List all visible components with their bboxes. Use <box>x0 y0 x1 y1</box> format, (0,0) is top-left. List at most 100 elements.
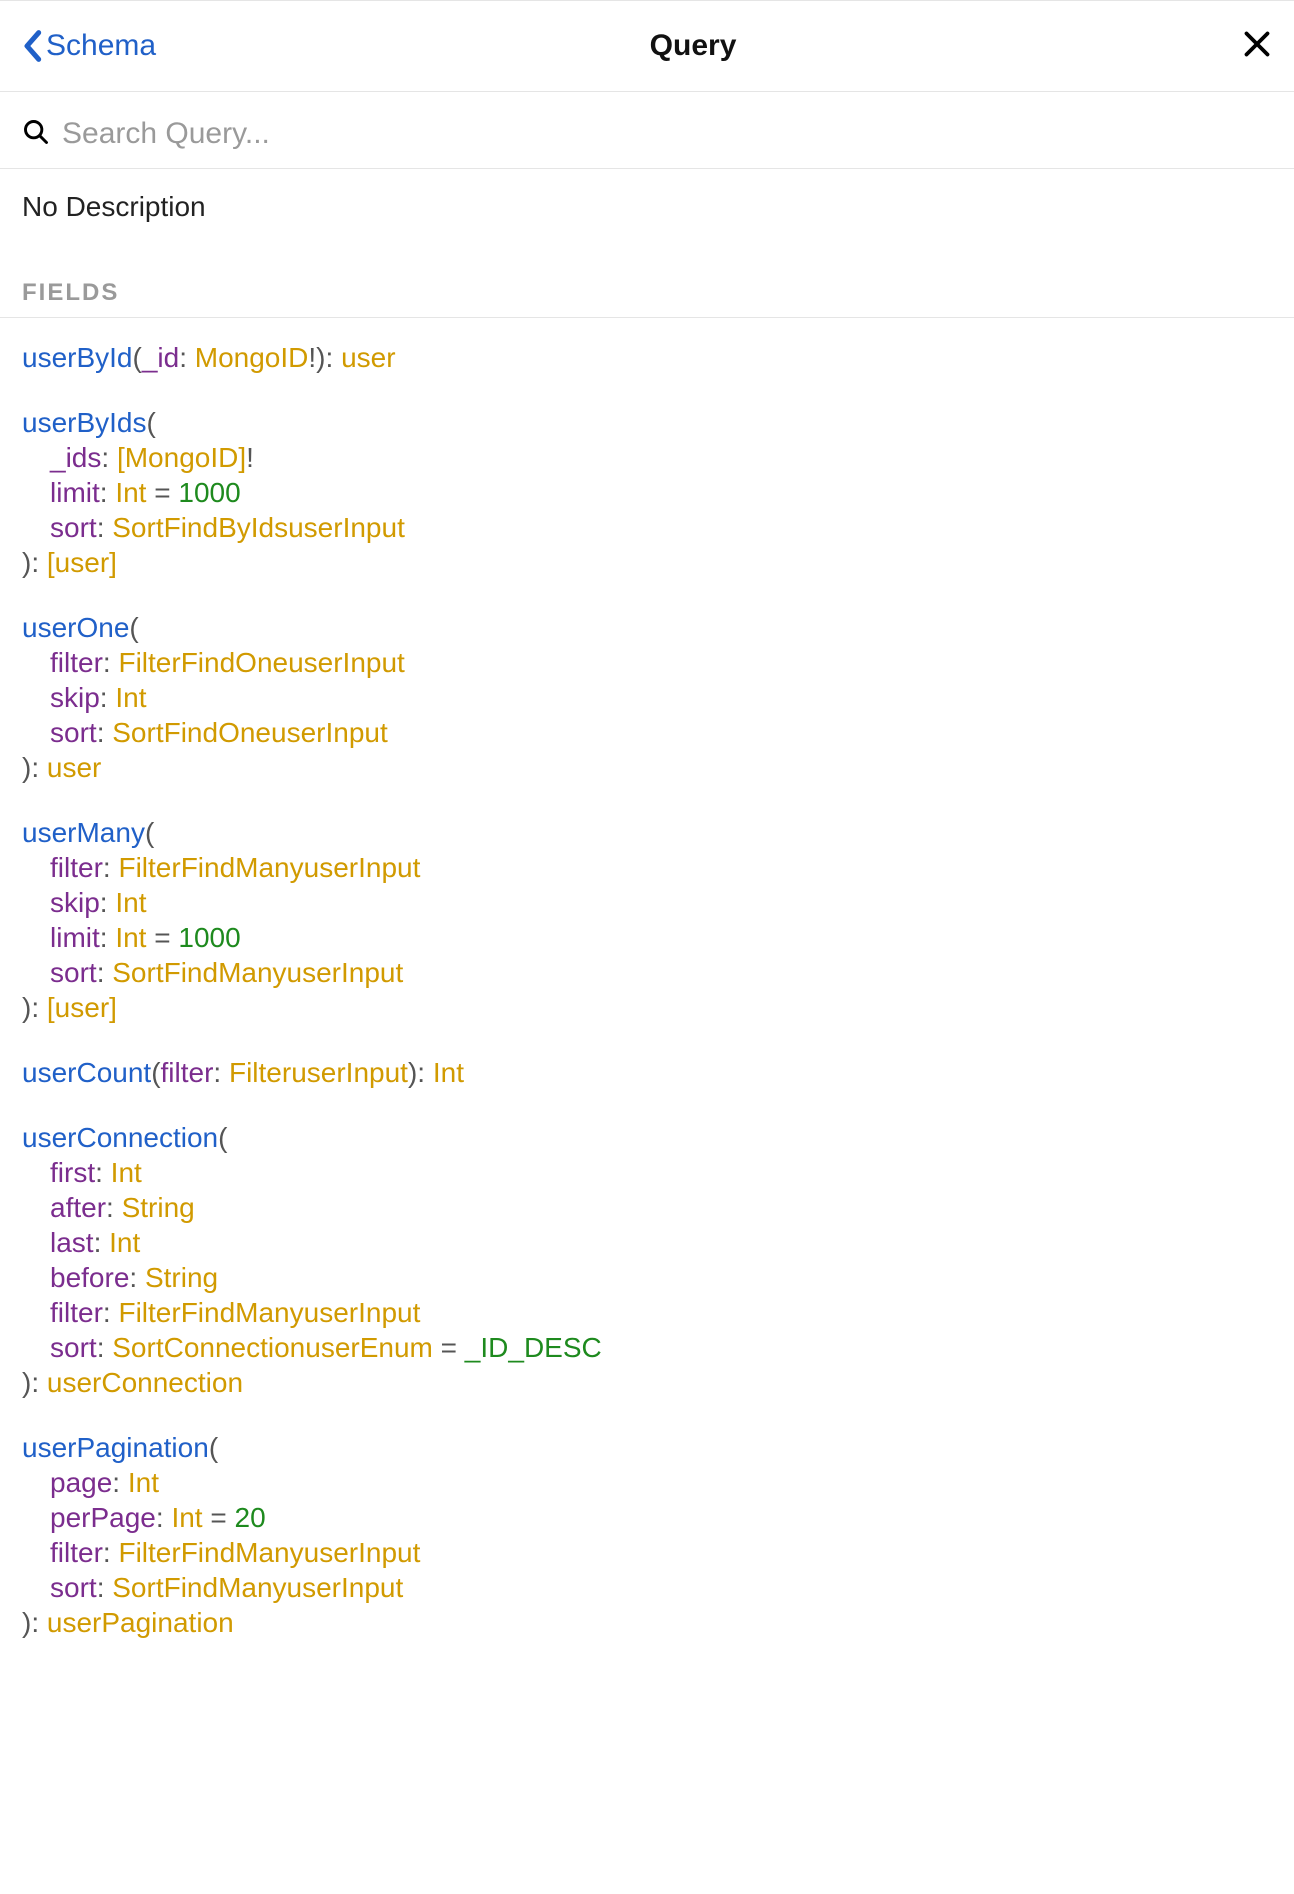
return-type[interactable]: Int <box>433 1057 464 1088</box>
arg-name[interactable]: filter <box>161 1057 214 1088</box>
arg-line: first: Int <box>22 1155 1272 1190</box>
arg-line: before: String <box>22 1260 1272 1295</box>
arg-type[interactable]: Int <box>111 1157 142 1188</box>
arg-type[interactable]: Int <box>115 682 146 713</box>
arg-line: sort: SortFindManyuserInput <box>22 955 1272 990</box>
arg-name[interactable]: perPage <box>50 1502 156 1533</box>
field-name[interactable]: userById <box>22 342 133 373</box>
field-name[interactable]: userPagination <box>22 1432 209 1463</box>
arg-line: filter: FilterFindManyuserInput <box>22 1535 1272 1570</box>
arg-line: sort: SortFindManyuserInput <box>22 1570 1272 1605</box>
back-button[interactable]: Schema <box>22 29 156 63</box>
arg-name[interactable]: last <box>50 1227 94 1258</box>
fields-list: userById(_id: MongoID!): useruserByIds(_… <box>0 318 1294 1692</box>
back-label: Schema <box>46 29 156 63</box>
field-line: userByIds( <box>22 405 1272 440</box>
arg-default: _ID_DESC <box>465 1332 602 1363</box>
field-block: userCount(filter: FilteruserInput): Int <box>22 1055 1272 1090</box>
arg-name[interactable]: filter <box>50 647 103 678</box>
arg-type[interactable]: FilteruserInput <box>229 1057 408 1088</box>
return-type[interactable]: user <box>55 992 109 1023</box>
arg-name[interactable]: sort <box>50 1332 97 1363</box>
field-line: userMany( <box>22 815 1272 850</box>
return-type[interactable]: user <box>341 342 395 373</box>
field-block: userMany(filter: FilterFindManyuserInput… <box>22 815 1272 1025</box>
field-line: userPagination( <box>22 1430 1272 1465</box>
chevron-left-icon <box>22 29 42 63</box>
arg-type[interactable]: Int <box>171 1502 202 1533</box>
type-description: No Description <box>0 169 1294 233</box>
arg-name[interactable]: filter <box>50 852 103 883</box>
arg-type[interactable]: FilterFindManyuserInput <box>118 1537 420 1568</box>
arg-default: 20 <box>235 1502 266 1533</box>
header-bar: Schema Query <box>0 0 1294 92</box>
arg-name[interactable]: first <box>50 1157 95 1188</box>
arg-name[interactable]: sort <box>50 717 97 748</box>
arg-type[interactable]: Int <box>109 1227 140 1258</box>
page-title: Query <box>156 29 1230 63</box>
arg-line: sort: SortFindOneuserInput <box>22 715 1272 750</box>
arg-type[interactable]: FilterFindManyuserInput <box>118 1297 420 1328</box>
arg-name[interactable]: limit <box>50 477 100 508</box>
arg-type[interactable]: Int <box>128 1467 159 1498</box>
arg-type[interactable]: String <box>145 1262 218 1293</box>
field-name[interactable]: userCount <box>22 1057 151 1088</box>
search-icon <box>22 118 50 151</box>
arg-name[interactable]: sort <box>50 957 97 988</box>
arg-name[interactable]: filter <box>50 1537 103 1568</box>
arg-line: last: Int <box>22 1225 1272 1260</box>
arg-type[interactable]: MongoID <box>195 342 309 373</box>
arg-type[interactable]: MongoID <box>125 442 239 473</box>
field-name[interactable]: userOne <box>22 612 129 643</box>
arg-name[interactable]: sort <box>50 512 97 543</box>
arg-line: filter: FilterFindManyuserInput <box>22 850 1272 885</box>
field-line: ): userPagination <box>22 1605 1272 1640</box>
field-name[interactable]: userMany <box>22 817 145 848</box>
arg-name[interactable]: sort <box>50 1572 97 1603</box>
close-icon <box>1242 46 1272 63</box>
field-name[interactable]: userConnection <box>22 1122 218 1153</box>
arg-line: skip: Int <box>22 680 1272 715</box>
field-line: ): user <box>22 750 1272 785</box>
field-line: ): [user] <box>22 545 1272 580</box>
return-type[interactable]: userPagination <box>47 1607 234 1638</box>
arg-default: 1000 <box>178 477 240 508</box>
arg-type[interactable]: SortFindOneuserInput <box>112 717 388 748</box>
arg-line: sort: SortConnectionuserEnum = _ID_DESC <box>22 1330 1272 1365</box>
arg-default: 1000 <box>178 922 240 953</box>
arg-name[interactable]: page <box>50 1467 112 1498</box>
arg-type[interactable]: FilterFindOneuserInput <box>118 647 404 678</box>
return-type[interactable]: userConnection <box>47 1367 243 1398</box>
arg-line: page: Int <box>22 1465 1272 1500</box>
field-name[interactable]: userByIds <box>22 407 147 438</box>
arg-line: filter: FilterFindOneuserInput <box>22 645 1272 680</box>
field-line: userConnection( <box>22 1120 1272 1155</box>
fields-section-label: FIELDS <box>0 279 1294 318</box>
arg-type[interactable]: FilterFindManyuserInput <box>118 852 420 883</box>
arg-type[interactable]: Int <box>115 922 146 953</box>
arg-type[interactable]: SortFindByIdsuserInput <box>112 512 405 543</box>
close-button[interactable] <box>1230 29 1272 64</box>
field-line: userCount(filter: FilteruserInput): Int <box>22 1055 1272 1090</box>
return-type[interactable]: user <box>47 752 101 783</box>
arg-name[interactable]: before <box>50 1262 129 1293</box>
return-type[interactable]: user <box>55 547 109 578</box>
arg-type[interactable]: String <box>122 1192 195 1223</box>
arg-type[interactable]: Int <box>115 887 146 918</box>
arg-name[interactable]: limit <box>50 922 100 953</box>
arg-type[interactable]: SortConnectionuserEnum <box>112 1332 433 1363</box>
arg-line: filter: FilterFindManyuserInput <box>22 1295 1272 1330</box>
arg-name[interactable]: after <box>50 1192 106 1223</box>
arg-name[interactable]: skip <box>50 887 100 918</box>
arg-name[interactable]: skip <box>50 682 100 713</box>
arg-line: after: String <box>22 1190 1272 1225</box>
field-block: userConnection(first: Intafter: Stringla… <box>22 1120 1272 1400</box>
arg-type[interactable]: SortFindManyuserInput <box>112 957 403 988</box>
arg-name[interactable]: _id <box>142 342 179 373</box>
arg-name[interactable]: filter <box>50 1297 103 1328</box>
arg-type[interactable]: SortFindManyuserInput <box>112 1572 403 1603</box>
arg-type[interactable]: Int <box>115 477 146 508</box>
arg-name[interactable]: _ids <box>50 442 101 473</box>
search-input[interactable] <box>60 116 1272 152</box>
field-block: userById(_id: MongoID!): user <box>22 340 1272 375</box>
